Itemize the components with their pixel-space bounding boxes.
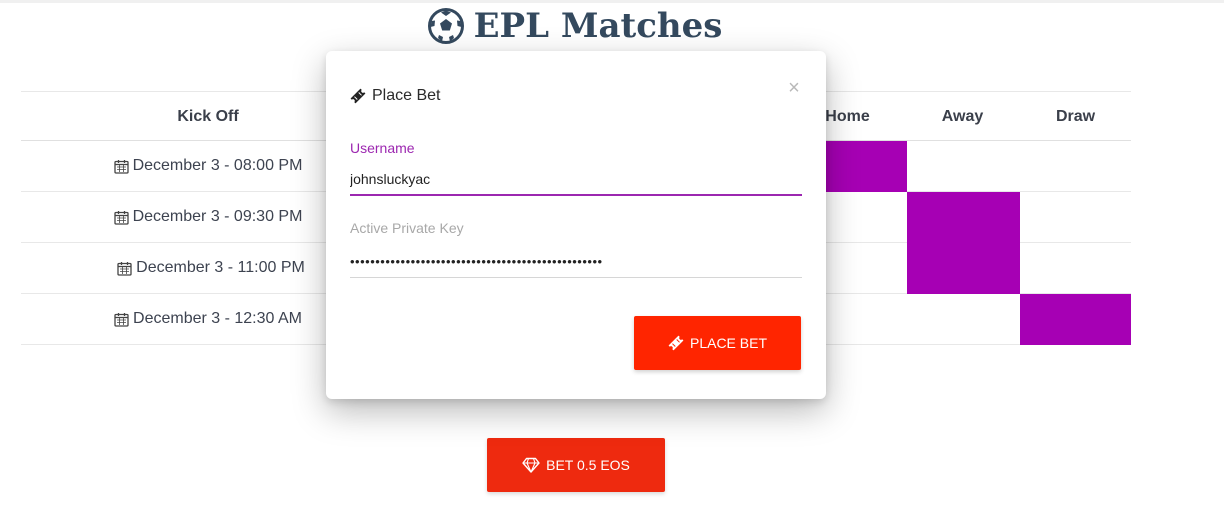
- bet-button-label: BET 0.5 EOS: [546, 457, 630, 473]
- bet-button[interactable]: BET 0.5 EOS: [487, 438, 665, 492]
- ticket-icon: [350, 88, 366, 104]
- diamond-icon: [522, 457, 540, 473]
- away-selection-cell[interactable]: [907, 243, 1020, 294]
- calendar-icon: [113, 210, 129, 225]
- ticket-icon: [668, 335, 684, 351]
- close-icon[interactable]: ×: [784, 77, 804, 99]
- calendar-icon: [114, 312, 129, 327]
- calendar-icon: [113, 159, 129, 174]
- draw-selection-cell[interactable]: [1020, 294, 1131, 345]
- private-key-input[interactable]: [350, 246, 802, 278]
- kickoff-time: December 3 - 09:30 PM: [132, 208, 303, 225]
- place-bet-button[interactable]: PLACE BET: [634, 316, 801, 370]
- kickoff-time: December 3 - 12:30 AM: [133, 310, 302, 327]
- top-bar: [0, 0, 1224, 3]
- page-title: EPL Matches: [0, 4, 1150, 48]
- username-label: Username: [350, 140, 415, 156]
- page-title-text: EPL Matches: [473, 6, 723, 46]
- header-draw: Draw: [1055, 107, 1096, 125]
- away-selection-cell[interactable]: [907, 192, 1020, 243]
- kickoff-time: December 3 - 11:00 PM: [136, 259, 305, 276]
- place-bet-modal: Place Bet × Username Active Private Key …: [326, 51, 826, 399]
- header-away: Away: [941, 107, 984, 125]
- private-key-label: Active Private Key: [350, 220, 464, 236]
- soccer-ball-icon: [427, 8, 464, 44]
- modal-title-text: Place Bet: [372, 87, 441, 104]
- modal-title: Place Bet: [350, 87, 440, 105]
- place-bet-button-label: PLACE BET: [689, 335, 768, 351]
- username-input[interactable]: [350, 164, 802, 196]
- kickoff-time: December 3 - 08:00 PM: [132, 157, 303, 174]
- calendar-icon: [117, 261, 132, 276]
